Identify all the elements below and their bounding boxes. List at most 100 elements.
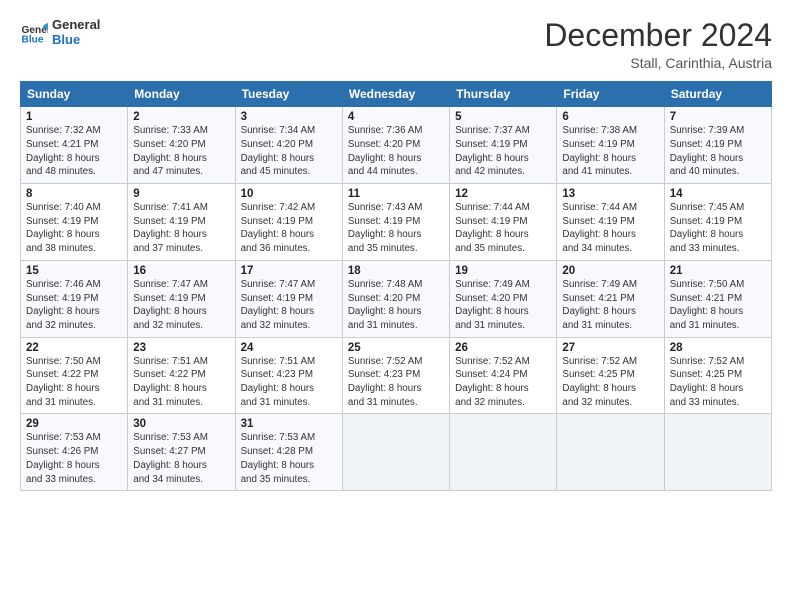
day-number: 30 <box>133 418 229 430</box>
day-info: Sunrise: 7:41 AMSunset: 4:19 PMDaylight:… <box>133 201 229 256</box>
day-number: 19 <box>455 265 551 277</box>
logo-general: General <box>52 18 100 33</box>
day-cell-4: 4 Sunrise: 7:36 AMSunset: 4:20 PMDayligh… <box>342 107 449 184</box>
title-block: December 2024 Stall, Carinthia, Austria <box>544 18 772 71</box>
day-cell-21: 21 Sunrise: 7:50 AMSunset: 4:21 PMDaylig… <box>664 260 771 337</box>
logo: General Blue General Blue <box>20 18 100 48</box>
day-info: Sunrise: 7:50 AMSunset: 4:22 PMDaylight:… <box>26 355 122 410</box>
empty-cell <box>664 414 771 491</box>
day-number: 16 <box>133 265 229 277</box>
day-cell-29: 29 Sunrise: 7:53 AMSunset: 4:26 PMDaylig… <box>21 414 128 491</box>
day-cell-8: 8 Sunrise: 7:40 AMSunset: 4:19 PMDayligh… <box>21 184 128 261</box>
day-number: 23 <box>133 342 229 354</box>
day-info: Sunrise: 7:46 AMSunset: 4:19 PMDaylight:… <box>26 278 122 333</box>
main-title: December 2024 <box>544 18 772 53</box>
day-cell-22: 22 Sunrise: 7:50 AMSunset: 4:22 PMDaylig… <box>21 337 128 414</box>
day-number: 7 <box>670 111 766 123</box>
header-row: SundayMondayTuesdayWednesdayThursdayFrid… <box>21 82 772 107</box>
day-cell-12: 12 Sunrise: 7:44 AMSunset: 4:19 PMDaylig… <box>450 184 557 261</box>
day-info: Sunrise: 7:34 AMSunset: 4:20 PMDaylight:… <box>241 124 337 179</box>
header-day-thursday: Thursday <box>450 82 557 107</box>
day-number: 21 <box>670 265 766 277</box>
day-info: Sunrise: 7:36 AMSunset: 4:20 PMDaylight:… <box>348 124 444 179</box>
day-cell-25: 25 Sunrise: 7:52 AMSunset: 4:23 PMDaylig… <box>342 337 449 414</box>
day-cell-10: 10 Sunrise: 7:42 AMSunset: 4:19 PMDaylig… <box>235 184 342 261</box>
header-day-monday: Monday <box>128 82 235 107</box>
empty-cell <box>557 414 664 491</box>
day-number: 24 <box>241 342 337 354</box>
day-info: Sunrise: 7:44 AMSunset: 4:19 PMDaylight:… <box>562 201 658 256</box>
day-cell-14: 14 Sunrise: 7:45 AMSunset: 4:19 PMDaylig… <box>664 184 771 261</box>
header: General Blue General Blue December 2024 … <box>20 18 772 71</box>
day-number: 14 <box>670 188 766 200</box>
day-info: Sunrise: 7:42 AMSunset: 4:19 PMDaylight:… <box>241 201 337 256</box>
day-info: Sunrise: 7:51 AMSunset: 4:22 PMDaylight:… <box>133 355 229 410</box>
day-number: 31 <box>241 418 337 430</box>
day-number: 10 <box>241 188 337 200</box>
day-number: 9 <box>133 188 229 200</box>
day-cell-1: 1 Sunrise: 7:32 AMSunset: 4:21 PMDayligh… <box>21 107 128 184</box>
day-info: Sunrise: 7:48 AMSunset: 4:20 PMDaylight:… <box>348 278 444 333</box>
calendar-table: SundayMondayTuesdayWednesdayThursdayFrid… <box>20 81 772 491</box>
day-cell-23: 23 Sunrise: 7:51 AMSunset: 4:22 PMDaylig… <box>128 337 235 414</box>
day-number: 6 <box>562 111 658 123</box>
day-info: Sunrise: 7:50 AMSunset: 4:21 PMDaylight:… <box>670 278 766 333</box>
day-cell-17: 17 Sunrise: 7:47 AMSunset: 4:19 PMDaylig… <box>235 260 342 337</box>
calendar-body: 1 Sunrise: 7:32 AMSunset: 4:21 PMDayligh… <box>21 107 772 491</box>
day-info: Sunrise: 7:52 AMSunset: 4:25 PMDaylight:… <box>562 355 658 410</box>
day-number: 27 <box>562 342 658 354</box>
day-info: Sunrise: 7:49 AMSunset: 4:21 PMDaylight:… <box>562 278 658 333</box>
day-info: Sunrise: 7:43 AMSunset: 4:19 PMDaylight:… <box>348 201 444 256</box>
day-cell-19: 19 Sunrise: 7:49 AMSunset: 4:20 PMDaylig… <box>450 260 557 337</box>
day-number: 17 <box>241 265 337 277</box>
day-info: Sunrise: 7:39 AMSunset: 4:19 PMDaylight:… <box>670 124 766 179</box>
day-number: 4 <box>348 111 444 123</box>
day-number: 25 <box>348 342 444 354</box>
day-number: 1 <box>26 111 122 123</box>
day-cell-26: 26 Sunrise: 7:52 AMSunset: 4:24 PMDaylig… <box>450 337 557 414</box>
svg-text:Blue: Blue <box>22 34 44 45</box>
day-info: Sunrise: 7:40 AMSunset: 4:19 PMDaylight:… <box>26 201 122 256</box>
week-row-3: 15 Sunrise: 7:46 AMSunset: 4:19 PMDaylig… <box>21 260 772 337</box>
day-info: Sunrise: 7:38 AMSunset: 4:19 PMDaylight:… <box>562 124 658 179</box>
day-number: 22 <box>26 342 122 354</box>
day-info: Sunrise: 7:32 AMSunset: 4:21 PMDaylight:… <box>26 124 122 179</box>
day-info: Sunrise: 7:44 AMSunset: 4:19 PMDaylight:… <box>455 201 551 256</box>
day-number: 11 <box>348 188 444 200</box>
header-day-sunday: Sunday <box>21 82 128 107</box>
day-cell-18: 18 Sunrise: 7:48 AMSunset: 4:20 PMDaylig… <box>342 260 449 337</box>
day-cell-11: 11 Sunrise: 7:43 AMSunset: 4:19 PMDaylig… <box>342 184 449 261</box>
week-row-4: 22 Sunrise: 7:50 AMSunset: 4:22 PMDaylig… <box>21 337 772 414</box>
day-cell-30: 30 Sunrise: 7:53 AMSunset: 4:27 PMDaylig… <box>128 414 235 491</box>
logo-icon: General Blue <box>20 19 48 47</box>
day-info: Sunrise: 7:47 AMSunset: 4:19 PMDaylight:… <box>133 278 229 333</box>
day-info: Sunrise: 7:49 AMSunset: 4:20 PMDaylight:… <box>455 278 551 333</box>
day-number: 2 <box>133 111 229 123</box>
empty-cell <box>342 414 449 491</box>
day-cell-7: 7 Sunrise: 7:39 AMSunset: 4:19 PMDayligh… <box>664 107 771 184</box>
calendar-header: SundayMondayTuesdayWednesdayThursdayFrid… <box>21 82 772 107</box>
day-info: Sunrise: 7:33 AMSunset: 4:20 PMDaylight:… <box>133 124 229 179</box>
day-number: 20 <box>562 265 658 277</box>
day-number: 3 <box>241 111 337 123</box>
day-number: 26 <box>455 342 551 354</box>
day-number: 13 <box>562 188 658 200</box>
day-cell-13: 13 Sunrise: 7:44 AMSunset: 4:19 PMDaylig… <box>557 184 664 261</box>
subtitle: Stall, Carinthia, Austria <box>544 55 772 71</box>
day-number: 18 <box>348 265 444 277</box>
logo-blue: Blue <box>52 33 100 48</box>
header-day-saturday: Saturday <box>664 82 771 107</box>
day-cell-31: 31 Sunrise: 7:53 AMSunset: 4:28 PMDaylig… <box>235 414 342 491</box>
day-cell-3: 3 Sunrise: 7:34 AMSunset: 4:20 PMDayligh… <box>235 107 342 184</box>
day-info: Sunrise: 7:53 AMSunset: 4:27 PMDaylight:… <box>133 431 229 486</box>
day-info: Sunrise: 7:52 AMSunset: 4:25 PMDaylight:… <box>670 355 766 410</box>
week-row-5: 29 Sunrise: 7:53 AMSunset: 4:26 PMDaylig… <box>21 414 772 491</box>
day-cell-16: 16 Sunrise: 7:47 AMSunset: 4:19 PMDaylig… <box>128 260 235 337</box>
day-cell-27: 27 Sunrise: 7:52 AMSunset: 4:25 PMDaylig… <box>557 337 664 414</box>
header-day-friday: Friday <box>557 82 664 107</box>
header-day-wednesday: Wednesday <box>342 82 449 107</box>
day-info: Sunrise: 7:37 AMSunset: 4:19 PMDaylight:… <box>455 124 551 179</box>
day-cell-9: 9 Sunrise: 7:41 AMSunset: 4:19 PMDayligh… <box>128 184 235 261</box>
day-number: 15 <box>26 265 122 277</box>
day-info: Sunrise: 7:45 AMSunset: 4:19 PMDaylight:… <box>670 201 766 256</box>
